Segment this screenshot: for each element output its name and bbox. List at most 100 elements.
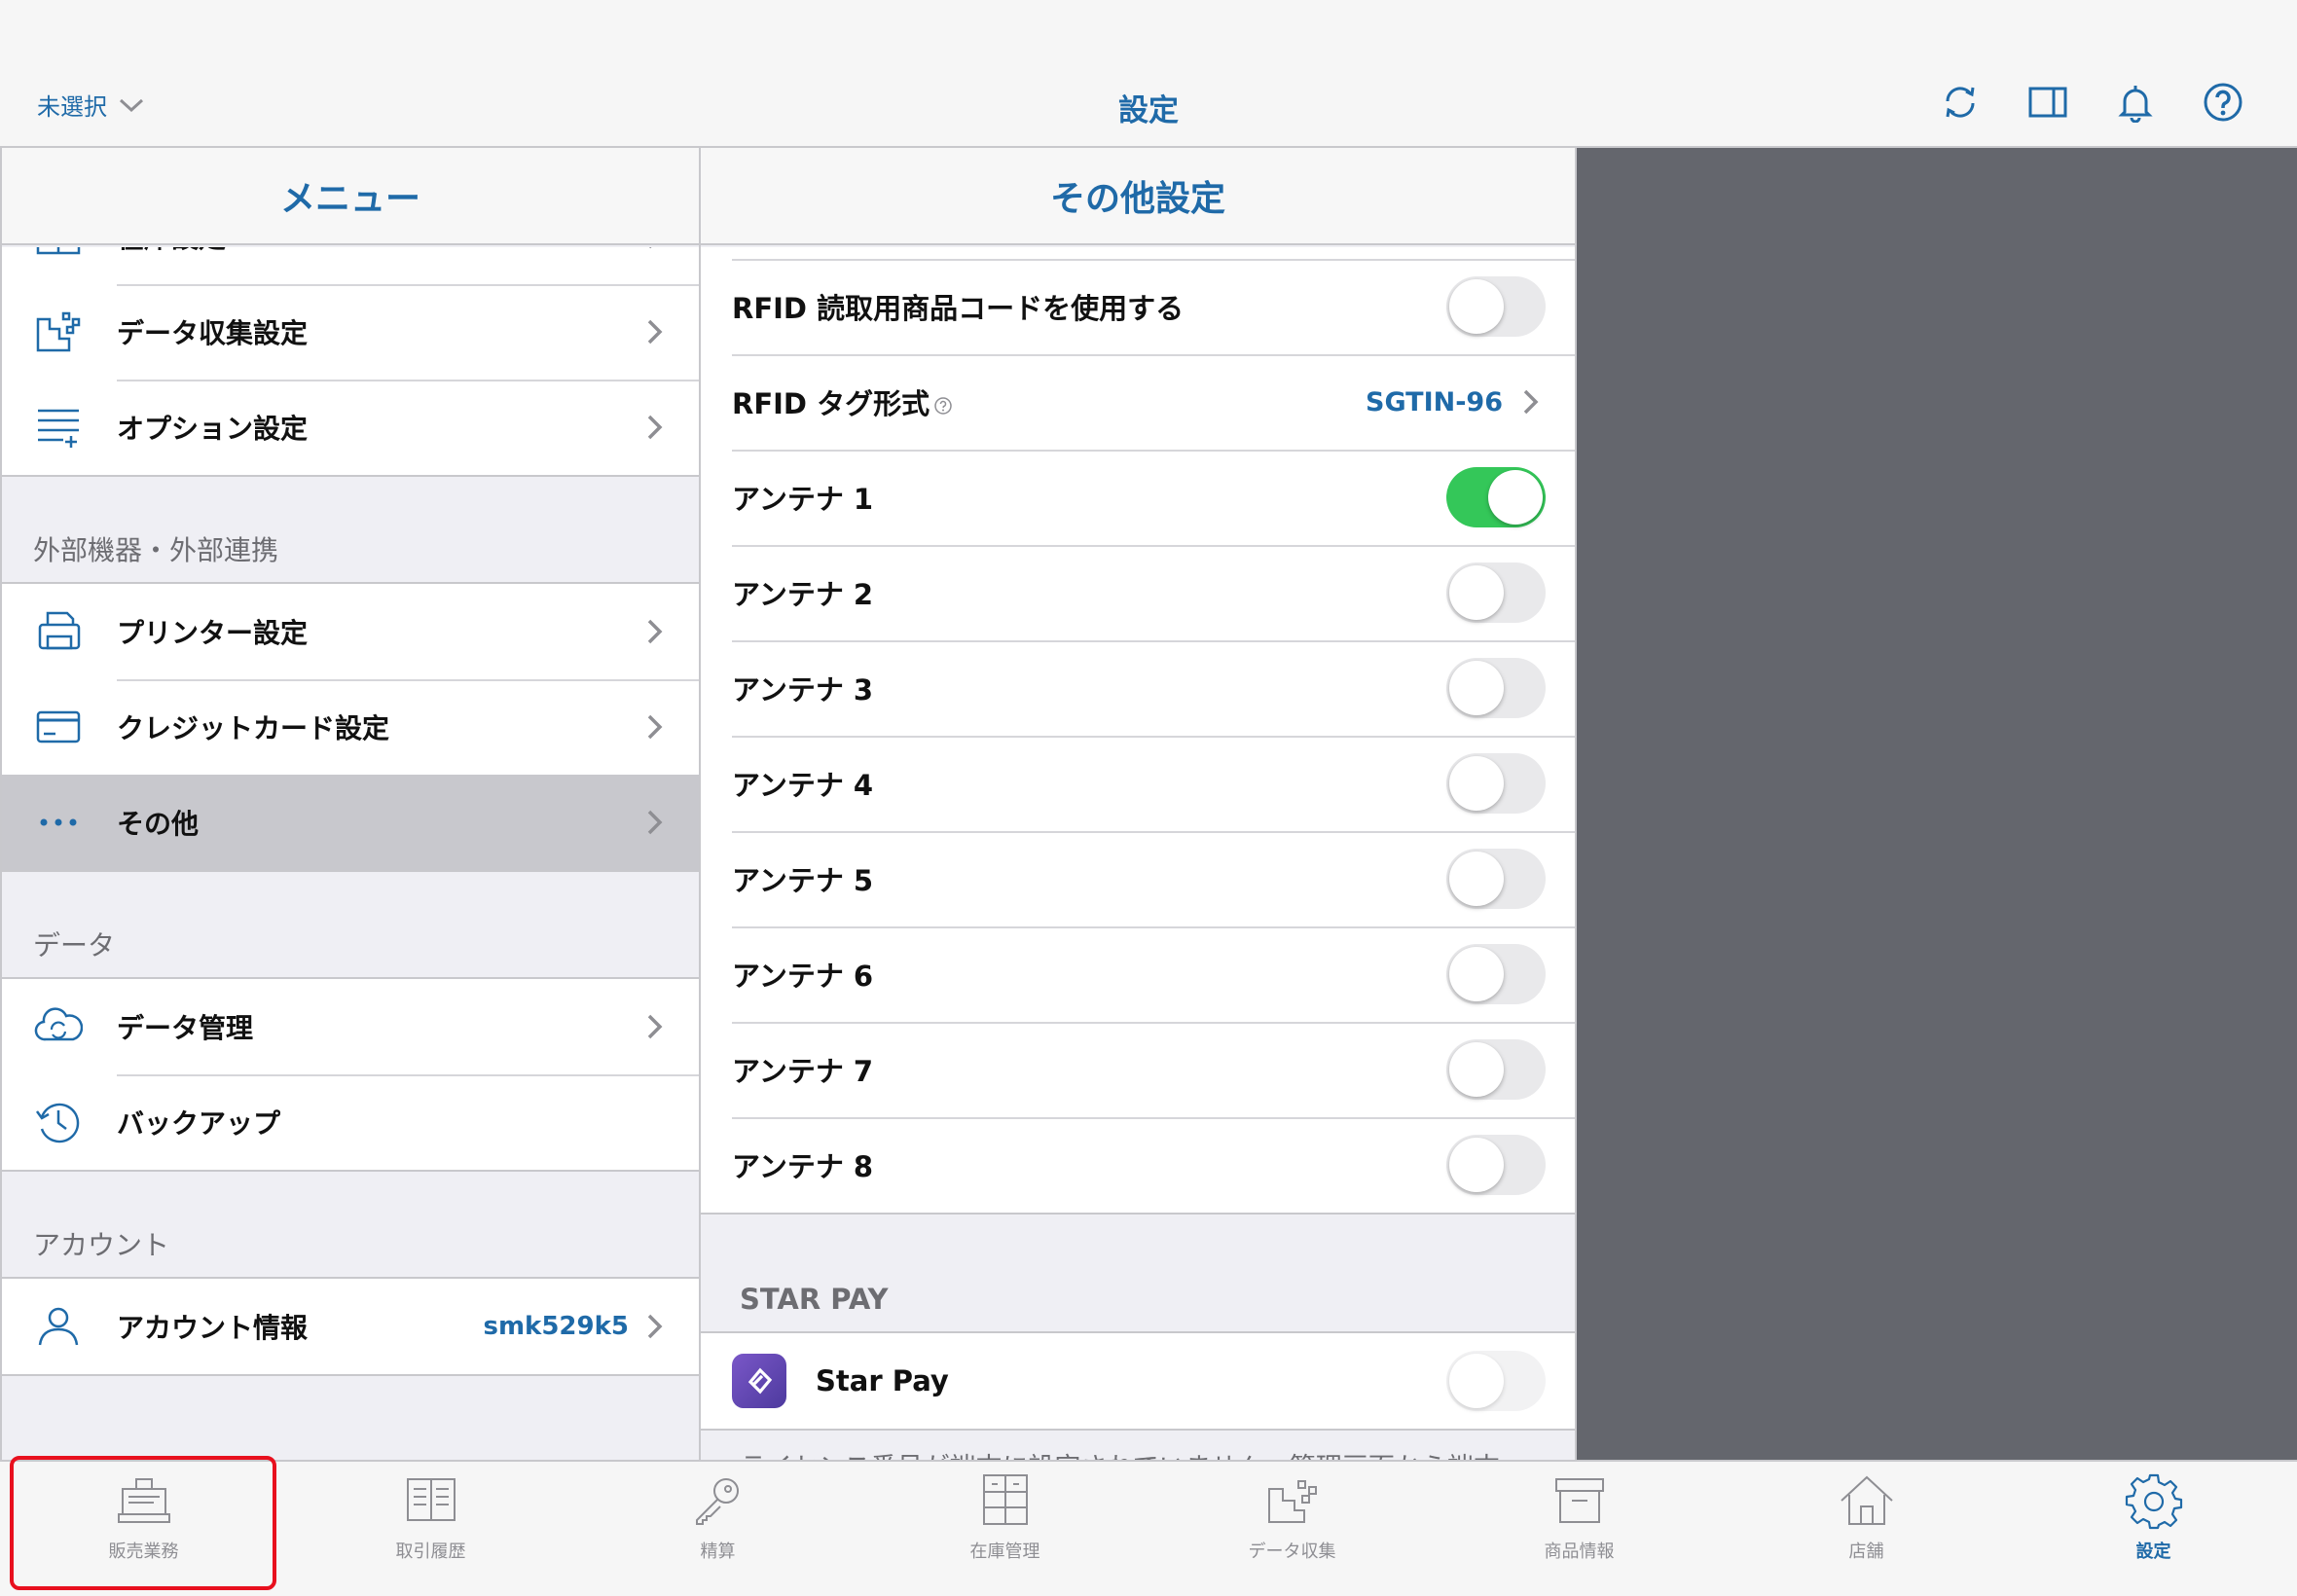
tab-label: 精算 bbox=[700, 1542, 736, 1562]
chevron-right-icon bbox=[647, 1014, 663, 1039]
setting-row-antenna-6: アンテナ 6 bbox=[701, 926, 1575, 1022]
antenna-1-toggle[interactable] bbox=[1446, 467, 1546, 527]
menu-item-option-settings[interactable]: オプション設定 bbox=[2, 380, 699, 475]
menu-item-credit-card-settings[interactable]: クレジットカード設定 bbox=[2, 679, 699, 775]
menu-item-label: オプション設定 bbox=[117, 413, 309, 445]
more-dots-icon bbox=[33, 797, 84, 848]
setting-label: アンテナ 8 bbox=[732, 1150, 874, 1183]
antenna-7-toggle[interactable] bbox=[1446, 1039, 1546, 1100]
other-settings-scroll-area[interactable]: RFID 読取用商品コードを使用する RFID タグ形式 SGTIN-96 アン… bbox=[701, 247, 1575, 1460]
box-icon bbox=[1554, 1478, 1604, 1523]
chevron-right-icon bbox=[647, 415, 663, 440]
user-icon bbox=[33, 1301, 84, 1352]
rfid-tag-format-value: SGTIN-96 bbox=[1366, 386, 1503, 417]
account-id-value: smk529k5 bbox=[483, 1312, 629, 1341]
setting-row-antenna-2: アンテナ 2 bbox=[701, 545, 1575, 640]
menu-item-label: データ収集設定 bbox=[117, 317, 309, 349]
antenna-2-toggle[interactable] bbox=[1446, 562, 1546, 623]
setting-label: RFID 読取用商品コードを使用する bbox=[732, 292, 1185, 325]
menu-item-printer-settings[interactable]: プリンター設定 bbox=[2, 584, 699, 679]
tab-settlement[interactable]: 精算 bbox=[574, 1462, 861, 1596]
setting-row-rfid-product-code: RFID 読取用商品コードを使用する bbox=[701, 259, 1575, 354]
setting-label: アンテナ 6 bbox=[732, 960, 874, 993]
antenna-5-toggle[interactable] bbox=[1446, 849, 1546, 909]
menu-group-settings: 在庫設定 データ収集設定 オプション設定 bbox=[2, 247, 699, 477]
help-icon[interactable] bbox=[2203, 82, 2243, 123]
menu-scroll-area[interactable]: 在庫設定 データ収集設定 オプション設定 bbox=[2, 247, 699, 1460]
rfid-settings-group: RFID 読取用商品コードを使用する RFID タグ形式 SGTIN-96 アン… bbox=[701, 247, 1575, 1215]
cabinet-icon bbox=[982, 1474, 1028, 1525]
menu-item-other[interactable]: その他 bbox=[2, 775, 699, 870]
menu-item-account-info[interactable]: アカウント情報 smk529k5 bbox=[2, 1279, 699, 1374]
tab-label: データ収集 bbox=[1248, 1542, 1336, 1562]
setting-row-antenna-4: アンテナ 4 bbox=[701, 736, 1575, 831]
other-settings-header: その他設定 bbox=[701, 148, 1575, 245]
chevron-right-icon bbox=[647, 1314, 663, 1339]
tab-inventory[interactable]: 在庫管理 bbox=[861, 1462, 1148, 1596]
other-settings-pane: その他設定 RFID 読取用商品コードを使用する RFID タグ形式 SGTIN… bbox=[701, 148, 1577, 1460]
chevron-right-icon bbox=[647, 810, 663, 835]
rfid-product-code-toggle[interactable] bbox=[1446, 276, 1546, 337]
tab-label: 取引履歴 bbox=[395, 1542, 466, 1562]
star-pay-toggle[interactable] bbox=[1446, 1351, 1546, 1411]
sync-icon[interactable] bbox=[1940, 82, 1981, 123]
split-view-icon[interactable] bbox=[2027, 82, 2068, 123]
setting-row-star-pay: Star Pay bbox=[701, 1333, 1575, 1429]
menu-item-data-collection-settings[interactable]: データ収集設定 bbox=[2, 284, 699, 380]
menu-item-inventory-settings[interactable]: 在庫設定 bbox=[2, 247, 699, 284]
setting-row-antenna-3: アンテナ 3 bbox=[701, 640, 1575, 736]
gear-icon bbox=[2125, 1473, 2182, 1530]
section-header-star-pay: STAR PAY bbox=[740, 1283, 889, 1316]
chevron-right-icon bbox=[649, 247, 652, 249]
bell-icon[interactable] bbox=[2115, 82, 2156, 123]
star-pay-group: Star Pay bbox=[701, 1331, 1575, 1431]
tab-data-collection[interactable]: データ収集 bbox=[1148, 1462, 1436, 1596]
menu-item-label: その他 bbox=[117, 808, 200, 840]
tab-transaction-history[interactable]: 取引履歴 bbox=[287, 1462, 574, 1596]
tab-product-info[interactable]: 商品情報 bbox=[1436, 1462, 1723, 1596]
tab-store[interactable]: 店舗 bbox=[1723, 1462, 2010, 1596]
tab-settings[interactable]: 設定 bbox=[2010, 1462, 2297, 1596]
tab-label: 店舗 bbox=[1848, 1542, 1884, 1562]
menu-group-account: アカウント情報 smk529k5 bbox=[2, 1277, 699, 1376]
menu-item-data-management[interactable]: データ管理 bbox=[2, 979, 699, 1074]
list-plus-icon bbox=[33, 402, 84, 453]
menu-item-label: 在庫設定 bbox=[117, 247, 644, 256]
data-collect-icon bbox=[33, 307, 84, 357]
star-pay-logo-icon bbox=[732, 1354, 786, 1408]
house-icon bbox=[1840, 1475, 1893, 1525]
section-header-external: 外部機器・外部連携 bbox=[33, 534, 279, 566]
antenna-4-toggle[interactable] bbox=[1446, 753, 1546, 814]
printer-icon bbox=[33, 606, 84, 657]
menu-group-data: データ管理 バックアップ bbox=[2, 977, 699, 1172]
menu-item-label: アカウント情報 bbox=[117, 1312, 309, 1344]
navigation-bar: 未選択 設定 bbox=[0, 0, 2297, 148]
book-icon bbox=[406, 1478, 456, 1521]
cloud-sync-icon bbox=[33, 1001, 84, 1052]
setting-label-wrap: RFID タグ形式 bbox=[732, 381, 1366, 422]
setting-label: アンテナ 2 bbox=[732, 578, 874, 611]
section-header-data: データ bbox=[33, 929, 116, 961]
menu-item-label: バックアップ bbox=[117, 1107, 281, 1140]
clock-history-icon bbox=[33, 1097, 84, 1147]
setting-row-antenna-1: アンテナ 1 bbox=[701, 450, 1575, 545]
setting-label: アンテナ 3 bbox=[732, 673, 874, 707]
menu-item-backup[interactable]: バックアップ bbox=[2, 1074, 699, 1170]
tab-label: 在庫管理 bbox=[969, 1542, 1040, 1562]
setting-row-antenna-5: アンテナ 5 bbox=[701, 831, 1575, 926]
setting-label: アンテナ 4 bbox=[732, 769, 874, 802]
antenna-8-toggle[interactable] bbox=[1446, 1135, 1546, 1195]
setting-row-antenna-7: アンテナ 7 bbox=[701, 1022, 1575, 1117]
section-header-account: アカウント bbox=[33, 1229, 170, 1261]
antenna-3-toggle[interactable] bbox=[1446, 658, 1546, 718]
menu-item-label: データ管理 bbox=[117, 1012, 254, 1044]
menu-item-label: プリンター設定 bbox=[117, 617, 309, 649]
help-icon[interactable] bbox=[933, 396, 953, 416]
menu-group-external: プリンター設定 クレジットカード設定 その他 bbox=[2, 582, 699, 872]
detail-pane-placeholder bbox=[1577, 148, 2297, 1460]
antenna-6-toggle[interactable] bbox=[1446, 944, 1546, 1004]
chevron-right-icon bbox=[1523, 389, 1539, 415]
menu-pane: メニュー 在庫設定 データ収集設定 bbox=[0, 148, 701, 1460]
setting-row-rfid-tag-format[interactable]: RFID タグ形式 SGTIN-96 bbox=[701, 354, 1575, 450]
chevron-right-icon bbox=[647, 319, 663, 345]
